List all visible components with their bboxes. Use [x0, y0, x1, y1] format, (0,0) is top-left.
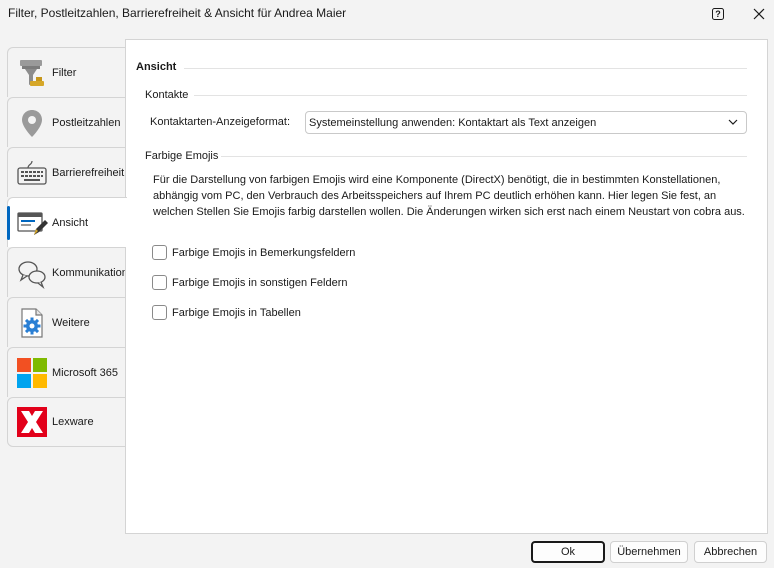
description-line: Für die Darstellung von farbigen Emojis …: [153, 174, 721, 186]
description-line: abhängig vom PC, den Verbrauch des Arbei…: [153, 190, 717, 202]
contact-format-value: Systemeinstellung anwenden: Kontaktart a…: [309, 116, 597, 129]
sidebar-item-label: Ansicht: [52, 216, 89, 229]
sidebar-item-label: Microsoft 365: [52, 366, 119, 379]
emoji-description: Für die Darstellung von farbigen Emojis …: [153, 172, 748, 220]
view-edit-icon: [16, 207, 48, 239]
checkbox-box[interactable]: [152, 245, 167, 260]
microsoft-icon: [16, 357, 48, 389]
apply-button[interactable]: Übernehmen: [610, 541, 688, 563]
map-pin-icon: [16, 107, 48, 139]
filter-icon: [16, 57, 48, 89]
svg-text:?: ?: [715, 9, 721, 19]
sidebar-item-filter[interactable]: Filter: [7, 47, 126, 97]
sidebar-item-kommunikation[interactable]: Kommunikation: [7, 247, 128, 297]
checkbox-emojis-other-fields[interactable]: Farbige Emojis in sonstigen Feldern: [152, 275, 347, 290]
sidebar-item-postleitzahlen[interactable]: Postleitzahlen: [7, 97, 126, 147]
sidebar-item-microsoft-365[interactable]: Microsoft 365: [7, 347, 126, 397]
dialog-window: Filter, Postleitzahlen, Barrierefreiheit…: [0, 0, 774, 568]
contact-format-label: Kontaktarten-Anzeigeformat:: [150, 116, 291, 128]
checkbox-box[interactable]: [152, 305, 167, 320]
content-panel: Ansicht Kontakte Kontaktarten-Anzeigefor…: [125, 39, 768, 534]
sidebar-item-barrierefreiheit[interactable]: Barrierefreiheit: [7, 147, 126, 197]
sidebar-item-label: Weitere: [52, 316, 90, 329]
sidebar-item-weitere[interactable]: Weitere: [7, 297, 126, 347]
description-line: welchen Stellen Sie Emojis farbig darste…: [153, 206, 745, 218]
keyboard-icon: [16, 157, 48, 189]
sidebar-item-label: Lexware: [52, 416, 94, 428]
sidebar-item-lexware[interactable]: Lexware: [7, 397, 126, 447]
title-bar: Filter, Postleitzahlen, Barrierefreiheit…: [0, 0, 774, 28]
group-divider: [194, 95, 747, 96]
gear-icon: [16, 307, 48, 339]
sidebar-item-label: Postleitzahlen: [52, 116, 121, 129]
chat-bubbles-icon: [16, 257, 48, 289]
checkbox-label: Farbige Emojis in Tabellen: [172, 306, 301, 319]
checkbox-emojis-remarks[interactable]: Farbige Emojis in Bemerkungsfeldern: [152, 245, 355, 260]
group-divider: [221, 156, 747, 157]
checkbox-label: Farbige Emojis in sonstigen Feldern: [172, 276, 348, 289]
cancel-button[interactable]: Abbrechen: [694, 541, 767, 563]
help-icon: ?: [712, 8, 724, 20]
section-title: Ansicht: [136, 61, 177, 73]
close-icon: [753, 8, 765, 20]
group-title-kontakte: Kontakte: [145, 89, 189, 101]
sidebar-item-label: Filter: [52, 66, 77, 79]
sidebar-item-label: Barrierefreiheit: [52, 166, 125, 179]
window-title: Filter, Postleitzahlen, Barrierefreiheit…: [8, 6, 347, 20]
contact-format-select[interactable]: Systemeinstellung anwenden: Kontaktart a…: [305, 111, 747, 134]
lexware-icon: [16, 406, 48, 438]
section-divider: [184, 68, 747, 69]
help-button[interactable]: ?: [703, 2, 733, 26]
sidebar-item-ansicht[interactable]: Ansicht: [7, 197, 127, 247]
chevron-down-icon: [728, 119, 738, 125]
sidebar-nav: Filter Postleitzahlen Barrierefreiheit A…: [7, 47, 128, 447]
sidebar-item-label: Kommunikation: [52, 266, 128, 279]
ok-button[interactable]: Ok: [531, 541, 605, 563]
checkbox-box[interactable]: [152, 275, 167, 290]
group-title-emojis: Farbige Emojis: [145, 150, 219, 162]
checkbox-emojis-tables[interactable]: Farbige Emojis in Tabellen: [152, 305, 301, 320]
close-button[interactable]: [744, 2, 774, 26]
checkbox-label: Farbige Emojis in Bemerkungsfeldern: [172, 246, 356, 259]
